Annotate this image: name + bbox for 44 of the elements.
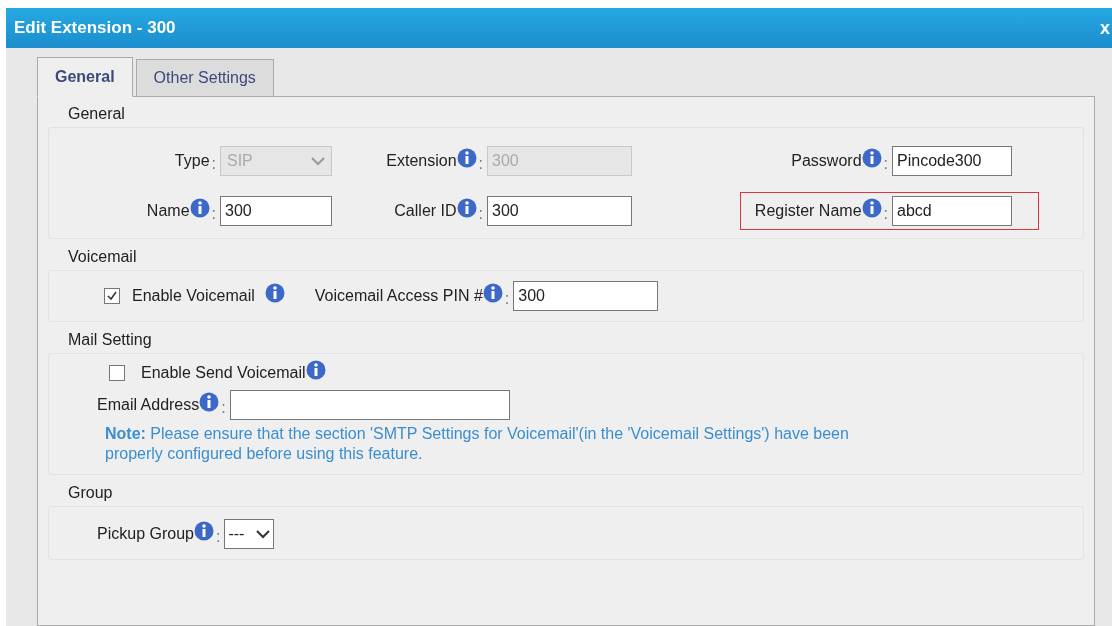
text-field[interactable]: Pincode300 — [892, 146, 1012, 176]
colon: : — [211, 155, 216, 173]
section-title: General — [68, 105, 125, 122]
text-field[interactable]: 300 — [513, 281, 659, 311]
colon: : — [215, 528, 221, 546]
caret-icon — [256, 529, 271, 539]
colon: : — [504, 290, 510, 308]
text-field[interactable]: abcd — [892, 196, 1012, 226]
text-field[interactable]: 300 — [220, 196, 332, 226]
caret-icon — [311, 156, 325, 166]
field-label: Pickup Group — [97, 525, 194, 543]
colon: : — [478, 155, 483, 173]
checkbox[interactable] — [104, 288, 120, 304]
section-title: Voicemail — [68, 248, 137, 265]
info-icon — [305, 360, 326, 380]
tab[interactable]: General — [37, 57, 133, 97]
window-title: Edit Extension - 300 — [14, 18, 176, 38]
field-label: Type — [174, 152, 210, 170]
field-label: Password — [791, 152, 862, 170]
field-label: Voicemail Access PIN # — [314, 287, 483, 305]
colon: : — [478, 205, 483, 223]
note-text: Note: Please ensure that the section 'SMTP Settings for Voicemail'(in the 'Voicemail Settings') have been properly configured before using this feature. — [104, 424, 850, 464]
tab[interactable]: Other Settings — [135, 59, 274, 97]
colon: : — [883, 155, 888, 173]
info-icon — [199, 392, 220, 412]
email-field[interactable] — [229, 390, 510, 420]
pickup-select[interactable]: --- — [224, 519, 275, 549]
colon: : — [883, 205, 888, 223]
info-icon — [193, 521, 214, 541]
field-label: Email Address — [97, 396, 200, 414]
text-field[interactable]: 300 — [487, 196, 632, 226]
field-label: Name — [146, 202, 190, 220]
checkbox-label: Enable Voicemail — [132, 287, 255, 305]
info-icon — [482, 283, 503, 303]
field-label: Caller ID — [394, 202, 457, 220]
info-icon — [264, 283, 285, 303]
section-title: Mail Setting — [68, 331, 152, 348]
colon: : — [221, 399, 226, 417]
checkbox-label: Enable Send Voicemail — [141, 364, 306, 382]
field-label: Extension — [386, 152, 457, 170]
checkbox[interactable] — [109, 365, 125, 381]
section-title: Group — [68, 484, 113, 501]
colon: : — [211, 205, 216, 223]
field-label: Register Name — [754, 202, 862, 220]
